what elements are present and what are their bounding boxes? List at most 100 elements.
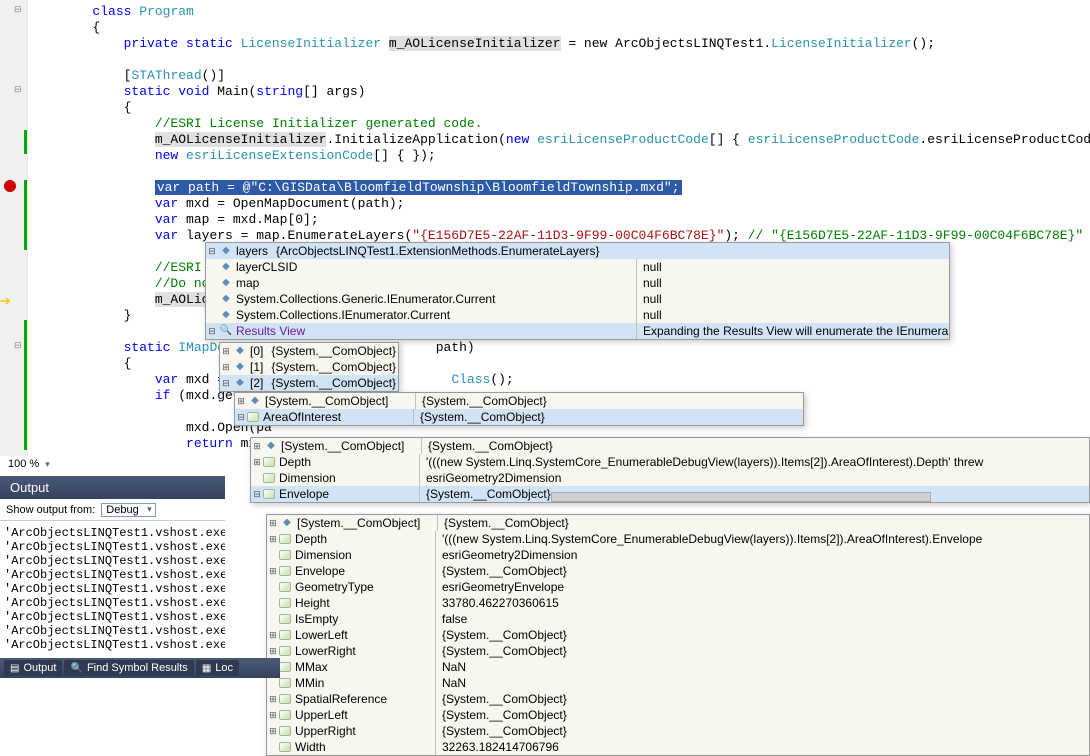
collapse-icon[interactable]: ⊟ <box>220 375 232 391</box>
field-icon: ◆ <box>218 275 234 291</box>
property-icon <box>279 694 291 704</box>
tooltip-row[interactable]: MMaxNaN <box>267 659 1089 675</box>
debug-tooltip-comobj[interactable]: ⊞◆[System.__ComObject]{System.__ComObjec… <box>234 392 804 426</box>
tooltip-row[interactable]: GeometryTypeesriGeometryEnvelope <box>267 579 1089 595</box>
gutter: ⊟ ⊟ ⊟ ➔ <box>0 0 28 456</box>
debug-tooltip-layers[interactable]: ⊟ ◆ layers {ArcObjectsLINQTest1.Extensio… <box>205 242 950 340</box>
expand-icon[interactable]: ⊞ <box>220 343 232 359</box>
tooltip-row[interactable]: ◆System.Collections.IEnumerator.Currentn… <box>206 307 949 323</box>
fold-icon[interactable]: ⊟ <box>14 338 22 354</box>
tooltip-row[interactable]: ⊞LowerRight{System.__ComObject} <box>267 643 1089 659</box>
collapse-icon[interactable]: ⊟ <box>206 323 218 339</box>
prop-name: System.Collections.IEnumerator.Current <box>236 307 636 323</box>
tooltip-item[interactable]: ⊞◆[0]{System.__ComObject} <box>220 343 398 359</box>
expand-icon[interactable]: ⊞ <box>267 643 279 659</box>
tool-tabs: ▤Output 🔍Find Symbol Results ▦Loc <box>0 658 280 678</box>
output-text[interactable]: 'ArcObjectsLINQTest1.vshost.exe'ArcObjec… <box>0 524 225 654</box>
breakpoint-icon[interactable] <box>4 180 16 192</box>
expand-icon[interactable]: ⊞ <box>267 627 279 643</box>
property-icon <box>279 662 291 672</box>
zoom-indicator[interactable]: 100 % ▾ <box>0 456 58 472</box>
property-icon <box>279 582 291 592</box>
prop-value: null <box>636 307 949 323</box>
output-source-combo[interactable]: Debug <box>101 503 155 517</box>
field-icon: ◆ <box>263 438 279 454</box>
collapse-icon[interactable]: ⊟ <box>251 486 263 502</box>
output-panel-header: Output <box>0 476 225 499</box>
tooltip-value: {ArcObjectsLINQTest1.ExtensionMethods.En… <box>276 243 949 259</box>
expand-icon[interactable]: ⊞ <box>267 691 279 707</box>
property-icon <box>279 598 291 608</box>
output-icon: ▤ <box>10 663 19 674</box>
expand-icon[interactable]: ⊞ <box>220 359 232 375</box>
tooltip-row[interactable]: ⊞Depth'(((new System.Linq.SystemCore_Enu… <box>267 531 1089 547</box>
tooltip-row[interactable]: DimensionesriGeometry2Dimension <box>267 547 1089 563</box>
fold-icon[interactable]: ⊟ <box>14 2 22 18</box>
output-line: 'ArcObjectsLINQTest1.vshost.exe <box>4 610 221 624</box>
field-icon: ◆ <box>218 291 234 307</box>
prop-name: map <box>236 275 636 291</box>
expand-icon[interactable]: ⊞ <box>267 723 279 739</box>
property-icon <box>279 566 291 576</box>
tooltip-row[interactable]: ⊞SpatialReference{System.__ComObject} <box>267 691 1089 707</box>
field-icon: ◆ <box>218 259 234 275</box>
output-line: 'ArcObjectsLINQTest1.vshost.exe <box>4 582 221 596</box>
tooltip-row[interactable]: ⊞◆[System.__ComObject]{System.__ComObjec… <box>235 393 803 409</box>
debug-tooltip-envelope[interactable]: ⊞◆[System.__ComObject]{System.__ComObjec… <box>266 514 1090 756</box>
comment: //ESRI License Initializer generated cod… <box>155 116 483 131</box>
tooltip-row[interactable]: Height33780.462270360615 <box>267 595 1089 611</box>
tooltip-row[interactable]: ◆System.Collections.Generic.IEnumerator.… <box>206 291 949 307</box>
output-line: 'ArcObjectsLINQTest1.vshost.exe <box>4 526 221 540</box>
expand-icon[interactable]: ⊞ <box>267 531 279 547</box>
property-icon <box>279 630 291 640</box>
code-editor[interactable]: ⊟ ⊟ ⊟ ➔ class Program { private static L… <box>0 0 1090 456</box>
property-icon <box>279 614 291 624</box>
property-icon <box>247 412 259 422</box>
results-view[interactable]: Results View <box>236 323 636 339</box>
tooltip-row[interactable]: MMinNaN <box>267 675 1089 691</box>
expand-icon[interactable]: ⊞ <box>267 563 279 579</box>
field-icon: ◆ <box>279 515 295 531</box>
output-line: 'ArcObjectsLINQTest1.vshost.exe <box>4 596 221 610</box>
tooltip-row[interactable]: ⊞◆[System.__ComObject]{System.__ComObjec… <box>267 515 1089 531</box>
debug-tooltip-items[interactable]: ⊞◆[0]{System.__ComObject}⊞◆[1]{System.__… <box>219 342 399 392</box>
property-icon <box>279 534 291 544</box>
tooltip-row[interactable]: ⊞Envelope{System.__ComObject} <box>267 563 1089 579</box>
debug-tooltip-aoi[interactable]: ⊞◆[System.__ComObject]{System.__ComObjec… <box>250 437 1090 503</box>
tooltip-row[interactable]: ◆mapnull <box>206 275 949 291</box>
output-line: 'ArcObjectsLINQTest1.vshost.exe <box>4 540 221 554</box>
tooltip-row[interactable]: ⊟AreaOfInterest{System.__ComObject} <box>235 409 803 425</box>
expand-icon[interactable]: ⊞ <box>267 707 279 723</box>
tab-output[interactable]: ▤Output <box>4 660 62 676</box>
property-icon <box>279 646 291 656</box>
tooltip-item[interactable]: ⊞◆[1]{System.__ComObject} <box>220 359 398 375</box>
output-line: 'ArcObjectsLINQTest1.vshost.exe <box>4 638 221 652</box>
tooltip-row[interactable]: ◆layerCLSIDnull <box>206 259 949 275</box>
tooltip-row[interactable]: ⊞◆[System.__ComObject]{System.__ComObjec… <box>251 438 1089 454</box>
property-icon <box>279 550 291 560</box>
expand-icon[interactable]: ⊞ <box>251 454 263 470</box>
tab-find-symbol[interactable]: 🔍Find Symbol Results <box>64 660 193 676</box>
prop-value: null <box>636 259 949 275</box>
type: LicenseInitializer <box>241 36 389 51</box>
scroll-thumb[interactable] <box>551 492 931 502</box>
expand-icon[interactable]: ⊞ <box>251 438 263 454</box>
tooltip-row[interactable]: ⊞LowerLeft{System.__ComObject} <box>267 627 1089 643</box>
fold-icon[interactable]: ⊟ <box>14 82 22 98</box>
tooltip-item[interactable]: ⊟◆[2]{System.__ComObject} <box>220 375 398 391</box>
tooltip-row[interactable]: Width32263.182414706796 <box>267 739 1089 755</box>
collapse-icon[interactable]: ⊟ <box>235 409 247 425</box>
tooltip-row[interactable]: IsEmptyfalse <box>267 611 1089 627</box>
tab-locals[interactable]: ▦Loc <box>196 660 239 676</box>
tooltip-row[interactable]: ⊞UpperLeft{System.__ComObject} <box>267 707 1089 723</box>
tooltip-row[interactable]: ⊞UpperRight{System.__ComObject} <box>267 723 1089 739</box>
locals-icon: ▦ <box>202 663 211 674</box>
expand-icon[interactable]: ⊞ <box>267 515 279 531</box>
expand-icon[interactable]: ⊞ <box>235 393 247 409</box>
output-line: 'ArcObjectsLINQTest1.vshost.exe <box>4 624 221 638</box>
tooltip-row[interactable]: DimensionesriGeometry2Dimension <box>251 470 1089 486</box>
current-line-arrow: ➔ <box>0 294 11 310</box>
tooltip-row[interactable]: ⊞Depth'(((new System.Linq.SystemCore_Enu… <box>251 454 1089 470</box>
collapse-icon[interactable]: ⊟ <box>206 243 218 259</box>
dropdown-icon[interactable]: ▾ <box>45 459 50 470</box>
